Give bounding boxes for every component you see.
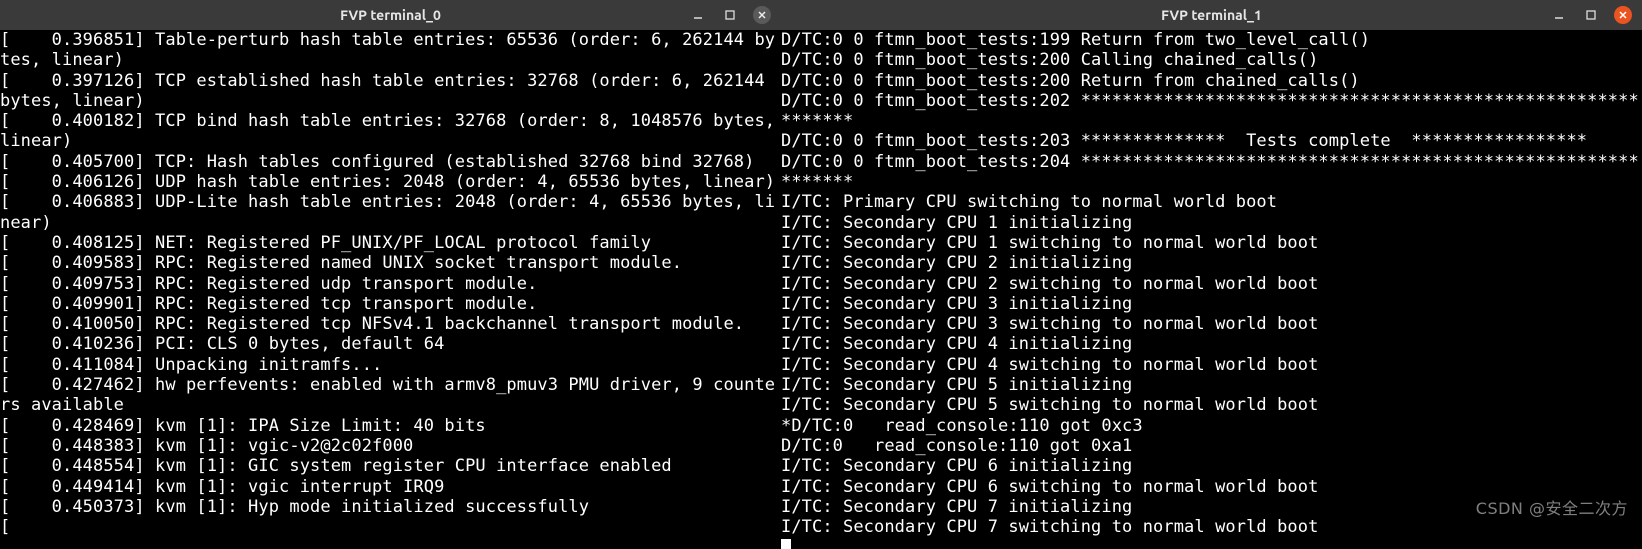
minimize-icon — [692, 9, 704, 21]
terminal-line: I/TC: Secondary CPU 4 initializing — [781, 334, 1642, 354]
window-controls-0 — [689, 6, 781, 24]
terminal-line: [ 0.450373] kvm [1]: Hyp mode initialize… — [0, 497, 781, 517]
terminal-line: I/TC: Secondary CPU 1 initializing — [781, 213, 1642, 233]
terminal-line: I/TC: Secondary CPU 7 initializing — [781, 497, 1642, 517]
terminal-line: [ 0.448554] kvm [1]: GIC system register… — [0, 456, 781, 476]
terminal-line: I/TC: Secondary CPU 6 switching to norma… — [781, 477, 1642, 497]
terminal-line: D/TC:0 0 ftmn_boot_tests:199 Return from… — [781, 30, 1642, 50]
window-controls-1 — [1550, 6, 1642, 24]
terminal-line: I/TC: Secondary CPU 5 switching to norma… — [781, 395, 1642, 415]
terminal-line: [ 0.449414] kvm [1]: vgic interrupt IRQ9 — [0, 477, 781, 497]
terminal-line: [ 0.410050] RPC: Registered tcp NFSv4.1 … — [0, 314, 781, 334]
terminal-line: [ 0.405700] TCP: Hash tables configured … — [0, 152, 781, 172]
terminal-line: I/TC: Primary CPU switching to normal wo… — [781, 192, 1642, 212]
terminal-window-0: FVP terminal_0 [ 0.396851] Table-perturb… — [0, 0, 781, 549]
terminal-line: I/TC: Secondary CPU 6 initializing — [781, 456, 1642, 476]
terminal-output-0[interactable]: [ 0.396851] Table-perturb hash table ent… — [0, 30, 781, 549]
terminal-line: D/TC:0 read_console:110 got 0xa1 — [781, 436, 1642, 456]
window-title-1: FVP terminal_1 — [781, 7, 1642, 23]
terminal-line: I/TC: Secondary CPU 2 switching to norma… — [781, 274, 1642, 294]
window-title-0: FVP terminal_0 — [0, 7, 781, 23]
close-icon — [1618, 10, 1628, 20]
terminal-line: [ 0.408125] NET: Registered PF_UNIX/PF_L… — [0, 233, 781, 253]
close-button[interactable] — [753, 6, 771, 24]
terminal-line: [ 0.409583] RPC: Registered named UNIX s… — [0, 253, 781, 273]
terminal-line: [ — [0, 517, 781, 537]
terminal-line: I/TC: Secondary CPU 1 switching to norma… — [781, 233, 1642, 253]
terminal-line: [ 0.409753] RPC: Registered udp transpor… — [0, 274, 781, 294]
terminal-line: [ 0.406126] UDP hash table entries: 2048… — [0, 172, 781, 192]
terminal-line: I/TC: Secondary CPU 2 initializing — [781, 253, 1642, 273]
terminal-line: D/TC:0 0 ftmn_boot_tests:203 ***********… — [781, 131, 1642, 151]
terminal-line: [ 0.400182] TCP bind hash table entries:… — [0, 111, 781, 152]
terminal-line: *D/TC:0 read_console:110 got 0xc3 — [781, 416, 1642, 436]
terminal-line: D/TC:0 0 ftmn_boot_tests:204 ***********… — [781, 152, 1642, 193]
terminal-line: I/TC: Secondary CPU 5 initializing — [781, 375, 1642, 395]
minimize-icon — [1553, 9, 1565, 21]
close-button[interactable] — [1614, 6, 1632, 24]
terminal-line: [ 0.409901] RPC: Registered tcp transpor… — [0, 294, 781, 314]
terminal-line: D/TC:0 0 ftmn_boot_tests:202 ***********… — [781, 91, 1642, 132]
terminal-line: D/TC:0 0 ftmn_boot_tests:200 Return from… — [781, 71, 1642, 91]
terminal-line: I/TC: Secondary CPU 7 switching to norma… — [781, 517, 1642, 537]
terminal-line: D/TC:0 0 ftmn_boot_tests:200 Calling cha… — [781, 50, 1642, 70]
terminal-line — [781, 537, 1642, 549]
terminal-line: I/TC: Secondary CPU 4 switching to norma… — [781, 355, 1642, 375]
minimize-button[interactable] — [689, 6, 707, 24]
terminal-line: [ 0.406883] UDP-Lite hash table entries:… — [0, 192, 781, 233]
terminal-line: I/TC: Secondary CPU 3 switching to norma… — [781, 314, 1642, 334]
terminal-line: I/TC: Secondary CPU 3 initializing — [781, 294, 1642, 314]
terminal-line: [ 0.410236] PCI: CLS 0 bytes, default 64 — [0, 334, 781, 354]
terminal-line: [ 0.397126] TCP established hash table e… — [0, 71, 781, 112]
close-icon — [757, 10, 767, 20]
terminal-line: [ 0.428469] kvm [1]: IPA Size Limit: 40 … — [0, 416, 781, 436]
maximize-button[interactable] — [1582, 6, 1600, 24]
terminal-line: [ 0.396851] Table-perturb hash table ent… — [0, 30, 781, 71]
terminal-line: [ 0.448383] kvm [1]: vgic-v2@2c02f000 — [0, 436, 781, 456]
minimize-button[interactable] — [1550, 6, 1568, 24]
terminal-window-1: FVP terminal_1 D/TC:0 0 ftmn_boot_tests:… — [781, 0, 1642, 549]
terminal-line: [ 0.427462] hw perfevents: enabled with … — [0, 375, 781, 416]
maximize-button[interactable] — [721, 6, 739, 24]
cursor-block — [781, 539, 791, 549]
titlebar-1[interactable]: FVP terminal_1 — [781, 0, 1642, 30]
titlebar-0[interactable]: FVP terminal_0 — [0, 0, 781, 30]
terminal-output-1[interactable]: D/TC:0 0 ftmn_boot_tests:199 Return from… — [781, 30, 1642, 549]
maximize-icon — [724, 9, 736, 21]
terminal-line: [ 0.411084] Unpacking initramfs... — [0, 355, 781, 375]
maximize-icon — [1585, 9, 1597, 21]
